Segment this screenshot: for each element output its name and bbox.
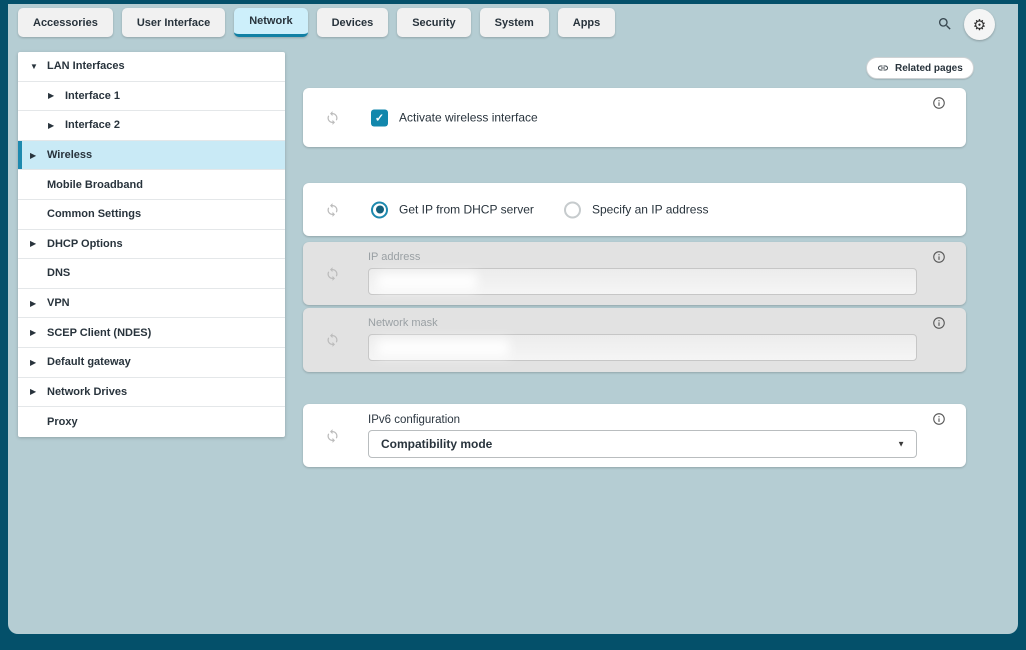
activate-wireless-label: Activate wireless interface: [399, 111, 538, 125]
sidebar-item-interface-2[interactable]: ▶ Interface 2: [18, 111, 285, 141]
triangle-right-icon: ▶: [48, 91, 65, 100]
sidebar-item-label: Proxy: [47, 416, 78, 428]
sidebar-item-lan-interfaces[interactable]: ▼ LAN Interfaces: [18, 52, 285, 82]
link-icon: [877, 62, 889, 74]
sidebar-item-mobile-broadband[interactable]: Mobile Broadband: [18, 170, 285, 200]
sidebar-item-wireless[interactable]: ▶ Wireless: [18, 141, 285, 171]
activate-wireless-card: ✓ Activate wireless interface: [303, 88, 966, 147]
radio-label-dhcp: Get IP from DHCP server: [399, 203, 534, 217]
reset-to-default-icon[interactable]: [325, 428, 340, 443]
redacted-value: [377, 339, 509, 357]
sidebar-item-vpn[interactable]: ▶ VPN: [18, 289, 285, 319]
info-icon[interactable]: [932, 96, 946, 110]
related-pages-button[interactable]: Related pages: [866, 57, 974, 79]
sidebar-item-label: DNS: [47, 267, 70, 279]
sidebar-item-proxy[interactable]: Proxy: [18, 407, 285, 437]
network-mask-label: Network mask: [368, 317, 438, 329]
sidebar-item-label: SCEP Client (NDES): [47, 327, 151, 339]
reset-to-default-icon[interactable]: [325, 202, 340, 217]
triangle-right-icon: ▶: [30, 299, 47, 308]
info-icon[interactable]: [932, 250, 946, 264]
ipv6-selected-value: Compatibility mode: [381, 437, 492, 451]
network-mask-card: Network mask: [303, 308, 966, 372]
check-icon: ✓: [375, 111, 384, 124]
sidebar-item-label: Default gateway: [47, 356, 131, 368]
ipv6-configuration-label: IPv6 configuration: [368, 414, 460, 426]
settings-window: Accessories User Interface Network Devic…: [0, 0, 1026, 650]
sidebar-item-network-drives[interactable]: ▶ Network Drives: [18, 378, 285, 408]
ipv6-configuration-card: IPv6 configuration Compatibility mode ▼: [303, 404, 966, 467]
sidebar-item-interface-1[interactable]: ▶ Interface 1: [18, 82, 285, 112]
settings-nav-sidebar: ▼ LAN Interfaces ▶ Interface 1 ▶ Interfa…: [18, 52, 285, 437]
tab-network[interactable]: Network: [234, 8, 307, 37]
tab-devices[interactable]: Devices: [317, 8, 389, 37]
ip-mode-card: Get IP from DHCP server Specify an IP ad…: [303, 183, 966, 236]
sidebar-item-dns[interactable]: DNS: [18, 259, 285, 289]
triangle-right-icon: ▶: [48, 121, 65, 130]
tab-system[interactable]: System: [480, 8, 549, 37]
ip-address-input: [368, 268, 917, 295]
sidebar-item-label: Wireless: [47, 149, 92, 161]
related-pages-label: Related pages: [895, 63, 963, 74]
tab-security[interactable]: Security: [397, 8, 470, 37]
triangle-right-icon: ▶: [30, 387, 47, 396]
sidebar-item-common-settings[interactable]: Common Settings: [18, 200, 285, 230]
sidebar-item-label: DHCP Options: [47, 238, 123, 250]
triangle-down-icon: ▼: [30, 62, 47, 71]
triangle-right-icon: ▶: [30, 151, 47, 160]
network-mask-input: [368, 334, 917, 361]
ip-address-card: IP address: [303, 242, 966, 305]
tab-user-interface[interactable]: User Interface: [122, 8, 225, 37]
tab-apps[interactable]: Apps: [558, 8, 616, 37]
triangle-right-icon: ▶: [30, 358, 47, 367]
sidebar-item-label: LAN Interfaces: [47, 60, 125, 72]
redacted-value: [377, 273, 477, 291]
reset-to-default-icon[interactable]: [325, 333, 340, 348]
chevron-down-icon: ▼: [897, 440, 905, 449]
account-settings-button[interactable]: ⚙: [964, 9, 995, 40]
sidebar-item-label: Network Drives: [47, 386, 127, 398]
sidebar-item-default-gateway[interactable]: ▶ Default gateway: [18, 348, 285, 378]
ip-address-label: IP address: [368, 251, 420, 263]
reset-to-default-icon[interactable]: [325, 110, 340, 125]
sidebar-item-dhcp-options[interactable]: ▶ DHCP Options: [18, 230, 285, 260]
sidebar-item-label: Common Settings: [47, 208, 141, 220]
tab-bar: Accessories User Interface Network Devic…: [18, 8, 615, 37]
sidebar-item-label: Interface 2: [65, 119, 120, 131]
info-icon[interactable]: [932, 412, 946, 426]
radio-get-ip-from-dhcp[interactable]: [371, 201, 388, 218]
sidebar-item-label: Mobile Broadband: [47, 179, 143, 191]
ipv6-configuration-select[interactable]: Compatibility mode ▼: [368, 430, 917, 458]
sidebar-item-label: Interface 1: [65, 90, 120, 102]
info-icon[interactable]: [932, 316, 946, 330]
sidebar-item-label: VPN: [47, 297, 70, 309]
triangle-right-icon: ▶: [30, 328, 47, 337]
radio-label-specify-ip: Specify an IP address: [592, 203, 709, 217]
radio-specify-ip-address[interactable]: [564, 201, 581, 218]
reset-to-default-icon[interactable]: [325, 266, 340, 281]
tab-accessories[interactable]: Accessories: [18, 8, 113, 37]
sidebar-item-scep-client-ndes[interactable]: ▶ SCEP Client (NDES): [18, 318, 285, 348]
activate-wireless-checkbox[interactable]: ✓: [371, 109, 388, 126]
search-icon[interactable]: [937, 16, 953, 32]
triangle-right-icon: ▶: [30, 239, 47, 248]
gear-icon: ⚙: [973, 16, 986, 34]
